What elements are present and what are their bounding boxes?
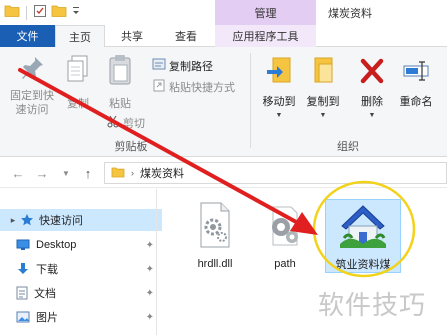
pin-icon [17, 53, 47, 87]
cut-label: 剪切 [123, 117, 145, 130]
nav-item-documents[interactable]: 文档 ✦ [0, 282, 162, 304]
copy-button[interactable]: 复制 [62, 53, 94, 111]
tab-file[interactable]: 文件 [0, 25, 55, 47]
new-folder-icon[interactable] [51, 4, 67, 21]
title-bar: 管理 煤炭资料 [0, 0, 447, 25]
nav-item-pictures[interactable]: 图片 ✦ [0, 306, 162, 328]
watermark: 软件技巧 [318, 291, 427, 321]
delete-dropdown-icon: ▼ [368, 112, 376, 119]
tab-view[interactable]: 查看 [160, 25, 212, 47]
ribbon: 固定到快 速访问 复制 粘贴 复制路径 粘贴快捷方式 剪切 剪贴板 移动到 ▼ … [0, 47, 447, 157]
download-icon [16, 262, 30, 276]
qat-dropdown-icon[interactable] [71, 4, 81, 21]
paste-button[interactable]: 粘贴 [102, 53, 138, 111]
breadcrumb-chevron-icon[interactable]: › [131, 168, 134, 178]
copy-to-label: 复制到 [306, 96, 340, 108]
delete-button[interactable]: 删除 ▼ [354, 55, 390, 123]
delete-icon [358, 55, 386, 91]
file-name: hrdll.dll [197, 258, 233, 270]
file-item-dll[interactable]: hrdll.dll [183, 201, 247, 270]
nav-label-pictures: 图片 [36, 312, 58, 324]
settings-file-icon [265, 201, 305, 252]
nav-item-desktop[interactable]: Desktop ✦ [0, 234, 162, 256]
paste-shortcut-label: 粘贴快捷方式 [169, 81, 235, 94]
copy-to-button[interactable]: 复制到 ▼ [302, 55, 344, 123]
copy-path-label: 复制路径 [169, 60, 213, 73]
house-app-icon [338, 200, 388, 253]
pinned-icon: ✦ [145, 287, 154, 299]
cut-button[interactable]: 剪切 [106, 114, 145, 131]
move-to-button[interactable]: 移动到 ▼ [258, 55, 300, 123]
move-to-icon [265, 55, 293, 91]
move-to-label: 移动到 [262, 96, 296, 108]
rename-icon [402, 55, 430, 91]
nav-label-documents: 文档 [34, 288, 56, 300]
paste-shortcut-icon [152, 78, 166, 95]
navigation-bar: ← → ▼ ↑ › 煤炭资料 [0, 158, 447, 188]
file-name: 筑业资料煤 [335, 259, 391, 271]
star-icon [20, 213, 34, 227]
file-name: path [274, 258, 296, 270]
pinned-icon: ✦ [145, 239, 154, 251]
copy-path-icon [152, 57, 166, 74]
address-folder-icon [111, 166, 125, 181]
tab-share[interactable]: 共享 [106, 25, 158, 47]
tab-home[interactable]: 主页 [55, 25, 105, 48]
paste-shortcut-button[interactable]: 粘贴快捷方式 [152, 78, 235, 95]
copy-icon [63, 53, 93, 91]
pinned-icon: ✦ [145, 311, 154, 323]
folder-icon [4, 4, 20, 21]
tab-application-tools[interactable]: 应用程序工具 [215, 25, 316, 47]
copy-to-icon [309, 55, 337, 91]
quick-access-toolbar [0, 0, 81, 25]
rename-button[interactable]: 重命名 [394, 55, 438, 109]
move-to-dropdown-icon: ▼ [275, 112, 283, 119]
ribbon-tabs: 文件 主页 共享 查看 应用程序工具 [0, 25, 447, 48]
address-bar[interactable]: › 煤炭资料 [104, 162, 447, 184]
paste-label: 粘贴 [109, 98, 131, 110]
document-icon [16, 286, 28, 300]
pin-to-quick-access-button[interactable]: 固定到快 速访问 [4, 53, 60, 117]
nav-label-downloads: 下载 [36, 264, 58, 276]
pin-label: 固定到快 速访问 [10, 90, 54, 116]
expand-caret-icon[interactable]: ▸ [6, 215, 20, 226]
pinned-icon: ✦ [145, 263, 154, 275]
pictures-icon [16, 311, 30, 323]
up-arrow-icon[interactable]: ↑ [80, 165, 96, 181]
desktop-icon [16, 239, 30, 251]
nav-item-downloads[interactable]: 下载 ✦ [0, 258, 162, 280]
window-title: 煤炭资料 [328, 7, 372, 20]
delete-label: 删除 [361, 96, 383, 108]
breadcrumb-current[interactable]: 煤炭资料 [140, 165, 184, 181]
copy-path-button[interactable]: 复制路径 [152, 57, 213, 74]
nav-label-desktop: Desktop [36, 239, 77, 251]
scissors-icon [106, 114, 120, 131]
forward-arrow-icon[interactable]: → [34, 165, 50, 181]
copy-label: 复制 [67, 98, 89, 110]
recent-locations-icon[interactable]: ▼ [58, 165, 74, 181]
dll-file-icon [195, 201, 235, 252]
nav-label-quick-access: 快速访问 [39, 215, 83, 227]
group-separator [250, 53, 251, 148]
organize-group-label: 组织 [337, 141, 359, 153]
navigation-pane: ▸ 快速访问 Desktop ✦ 下载 ✦ 文档 ✦ 图片 ✦ [0, 189, 162, 335]
paste-icon [105, 53, 135, 91]
nav-pane-divider [156, 189, 157, 335]
file-item-path[interactable]: path [255, 201, 315, 270]
qat-separator [26, 5, 27, 20]
clipboard-group-label: 剪贴板 [114, 141, 148, 153]
manage-context-tab[interactable]: 管理 [215, 0, 316, 25]
file-item-app-selected[interactable]: 筑业资料煤 [325, 199, 401, 273]
properties-icon[interactable] [33, 4, 47, 21]
copy-to-dropdown-icon: ▼ [319, 112, 327, 119]
rename-label: 重命名 [399, 96, 433, 108]
back-arrow-icon[interactable]: ← [10, 165, 26, 181]
nav-item-quick-access[interactable]: ▸ 快速访问 [0, 209, 162, 231]
